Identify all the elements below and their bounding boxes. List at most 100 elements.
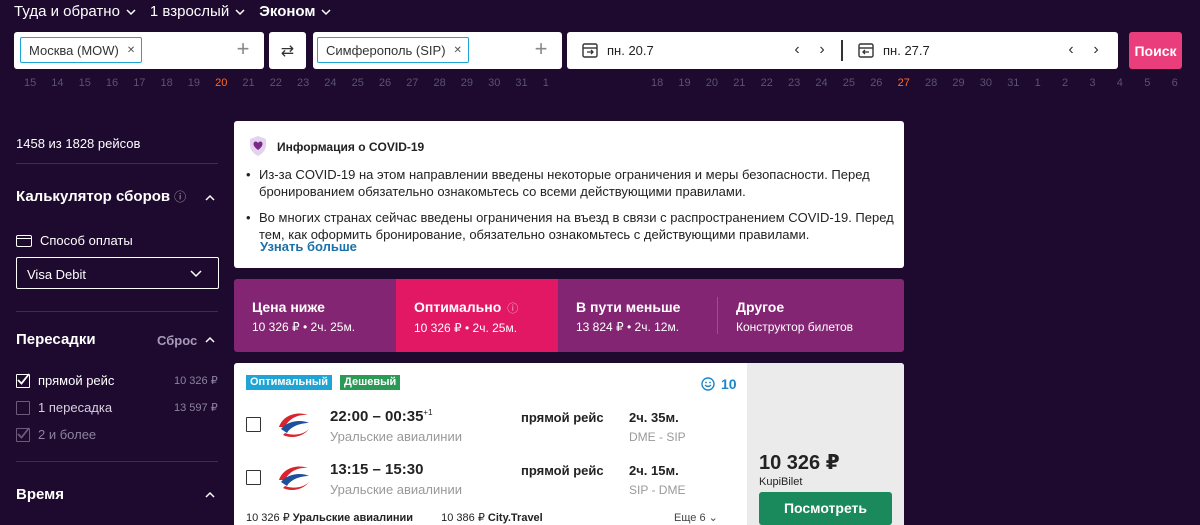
calendar-day[interactable]: 4 bbox=[1117, 77, 1123, 89]
tab-cheapest[interactable]: Цена ниже 10 326 ₽ • 2ч. 25м. bbox=[234, 279, 396, 352]
tab-optimal-sub: 10 326 ₽ • 2ч. 25м. bbox=[414, 321, 518, 335]
class-dropdown[interactable]: Эконом bbox=[259, 3, 332, 20]
origin-chip[interactable]: Москва (MOW) ✕ bbox=[20, 37, 143, 63]
calendar-day[interactable]: 18 bbox=[161, 77, 173, 89]
return-route: SIP - DME bbox=[629, 483, 686, 497]
calendar-day[interactable]: 25 bbox=[352, 77, 364, 89]
filters-sidebar: 1458 из 1828 рейсов Калькулятор сборов ⓘ … bbox=[0, 100, 234, 525]
calendar-day[interactable]: 22 bbox=[270, 77, 282, 89]
calendar-day[interactable]: 17 bbox=[133, 77, 145, 89]
trip-type-dropdown[interactable]: Туда и обратно bbox=[14, 3, 136, 20]
segment-checkbox[interactable] bbox=[246, 417, 261, 432]
calendar-day[interactable]: 3 bbox=[1089, 77, 1095, 89]
info-icon[interactable]: ⓘ bbox=[507, 303, 518, 315]
tab-fastest[interactable]: В пути меньше 13 824 ₽ • 2ч. 12м. bbox=[558, 279, 718, 352]
calendar-day[interactable]: 30 bbox=[488, 77, 500, 89]
learn-more-link[interactable]: Узнать больше bbox=[260, 239, 357, 254]
view-button[interactable]: Посмотреть bbox=[759, 492, 892, 525]
calendar-day[interactable]: 22 bbox=[761, 77, 773, 89]
search-button[interactable]: Поиск bbox=[1129, 32, 1182, 69]
calendar-day[interactable]: 2 bbox=[1062, 77, 1068, 89]
calendar-day[interactable]: 28 bbox=[434, 77, 446, 89]
calendar-day[interactable]: 19 bbox=[188, 77, 200, 89]
tab-optimal[interactable]: Оптимально ⓘ 10 326 ₽ • 2ч. 25м. bbox=[396, 279, 558, 352]
chevron-up-icon[interactable] bbox=[205, 491, 215, 499]
calendar-day[interactable]: 24 bbox=[815, 77, 827, 89]
checkbox-checked-icon[interactable] bbox=[16, 372, 30, 388]
calendar-day[interactable]: 31 bbox=[1007, 77, 1019, 89]
calendar-day[interactable]: 20 bbox=[215, 77, 227, 89]
ural-airlines-logo-icon bbox=[279, 413, 309, 437]
calendar-day[interactable]: 20 bbox=[706, 77, 718, 89]
calendar-day[interactable]: 26 bbox=[379, 77, 391, 89]
return-date-field[interactable]: пн. 27.7 ‹ › bbox=[843, 32, 1118, 69]
calendar-day[interactable]: 15 bbox=[24, 77, 36, 89]
calendar-day[interactable]: 6 bbox=[1172, 77, 1178, 89]
reset-button[interactable]: Сброс bbox=[157, 333, 197, 348]
passengers-dropdown[interactable]: 1 взрослый bbox=[150, 3, 245, 20]
segment-checkbox[interactable] bbox=[246, 470, 261, 485]
calendar-day[interactable]: 15 bbox=[79, 77, 91, 89]
transfer-two-plus-checkbox[interactable]: 2 и более bbox=[16, 426, 96, 442]
calendar-day[interactable]: 21 bbox=[733, 77, 745, 89]
plus-icon[interactable]: + bbox=[530, 38, 552, 60]
destination-chip[interactable]: Симферополь (SIP) ✕ bbox=[317, 37, 469, 63]
ticket-price: 10 326 ₽ bbox=[759, 452, 840, 474]
calendar-day[interactable]: 29 bbox=[952, 77, 964, 89]
transfer-one-checkbox[interactable]: 1 пересадка 13 597 ₽ bbox=[16, 400, 218, 415]
calendar-day[interactable]: 30 bbox=[980, 77, 992, 89]
info-icon[interactable]: ⓘ bbox=[174, 190, 186, 204]
calendar-day[interactable]: 1 bbox=[1035, 77, 1041, 89]
calendar-day[interactable]: 26 bbox=[870, 77, 882, 89]
calendar-day[interactable]: 27 bbox=[406, 77, 418, 89]
calendar-day[interactable]: 19 bbox=[678, 77, 690, 89]
transfer-direct-checkbox[interactable]: прямой рейс 10 326 ₽ bbox=[16, 372, 218, 388]
offer-agency[interactable]: City.Travel bbox=[488, 512, 543, 524]
chevron-right-icon[interactable]: › bbox=[814, 40, 830, 60]
origin-field[interactable]: Москва (MOW) ✕ + bbox=[14, 32, 264, 69]
chevron-down-icon bbox=[235, 8, 245, 15]
fees-calculator-title[interactable]: Калькулятор сборов ⓘ bbox=[16, 188, 186, 205]
payment-method-select[interactable]: Visa Debit bbox=[16, 257, 219, 289]
close-icon[interactable]: ✕ bbox=[454, 45, 462, 56]
tab-other[interactable]: Другое Конструктор билетов bbox=[718, 279, 904, 352]
chevron-up-icon[interactable] bbox=[205, 194, 215, 202]
plus-icon[interactable]: + bbox=[232, 38, 254, 60]
calendar-day[interactable]: 23 bbox=[788, 77, 800, 89]
calendar-day[interactable]: 29 bbox=[461, 77, 473, 89]
calendar-day[interactable]: 1 bbox=[543, 77, 549, 89]
calendar-day[interactable]: 18 bbox=[651, 77, 663, 89]
outbound-duration: 2ч. 35м. bbox=[629, 410, 679, 425]
chevron-up-icon[interactable] bbox=[205, 336, 215, 344]
calendar-day[interactable]: 28 bbox=[925, 77, 937, 89]
payment-method: Способ оплаты bbox=[16, 233, 133, 248]
destination-field[interactable]: Симферополь (SIP) ✕ + bbox=[313, 32, 562, 69]
depart-date-field[interactable]: пн. 20.7 ‹ › bbox=[567, 32, 840, 69]
sort-tabs: Цена ниже 10 326 ₽ • 2ч. 25м. Оптимально… bbox=[234, 279, 904, 352]
close-icon[interactable]: ✕ bbox=[127, 45, 135, 56]
calendar-day[interactable]: 16 bbox=[106, 77, 118, 89]
checkbox-empty-icon[interactable] bbox=[16, 400, 30, 415]
search-header: Туда и обратно 1 взрослый Эконом Москва … bbox=[0, 0, 1200, 100]
calendar-day[interactable]: 14 bbox=[51, 77, 63, 89]
price-column: 10 326 ₽ KupiBilet Посмотреть bbox=[747, 363, 904, 525]
offer-agency[interactable]: Уральские авиалинии bbox=[293, 512, 413, 524]
calendar-day[interactable]: 23 bbox=[297, 77, 309, 89]
flight-result-card[interactable]: Оптимальный Дешевый 10 22:00 – 00:35+1 У… bbox=[234, 363, 904, 525]
calendar-day[interactable]: 31 bbox=[515, 77, 527, 89]
calendar-day[interactable]: 25 bbox=[843, 77, 855, 89]
tab-other-label: Другое bbox=[736, 299, 785, 315]
more-offers-link[interactable]: Еще 6 ⌄ bbox=[674, 511, 718, 524]
chevron-right-icon[interactable]: › bbox=[1088, 40, 1104, 60]
calendar-day[interactable]: 21 bbox=[242, 77, 254, 89]
tab-other-sub: Конструктор билетов bbox=[736, 320, 854, 334]
chevron-left-icon[interactable]: ‹ bbox=[789, 40, 805, 60]
return-date-value: пн. 27.7 bbox=[883, 43, 930, 58]
calendar-day[interactable]: 5 bbox=[1144, 77, 1150, 89]
checkbox-disabled-icon[interactable] bbox=[16, 426, 30, 442]
calendar-day[interactable]: 24 bbox=[324, 77, 336, 89]
calendar-day[interactable]: 27 bbox=[898, 77, 910, 89]
swap-button[interactable]: ⇄ bbox=[269, 32, 306, 69]
payment-method-label: Способ оплаты bbox=[40, 233, 133, 248]
chevron-left-icon[interactable]: ‹ bbox=[1063, 40, 1079, 60]
